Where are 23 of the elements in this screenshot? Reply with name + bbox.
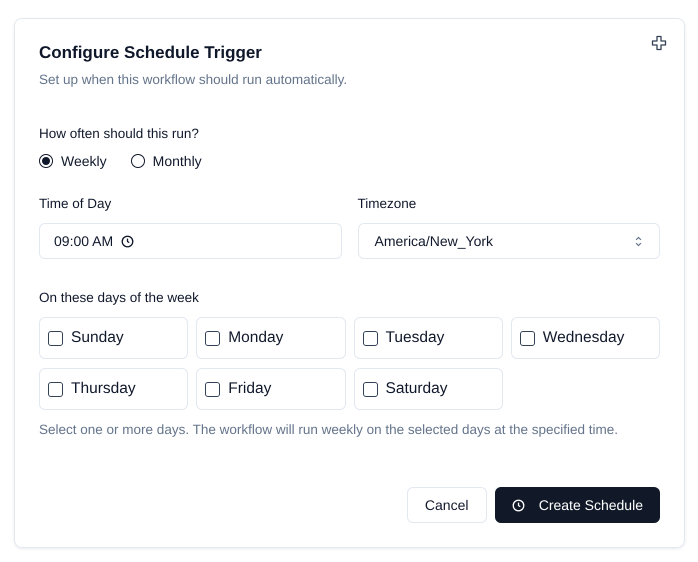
day-option[interactable]: Saturday	[354, 368, 503, 410]
day-option[interactable]: Friday	[196, 368, 346, 410]
day-option[interactable]: Wednesday	[510, 317, 660, 359]
day-option[interactable]: Monday	[196, 317, 346, 359]
radio-option[interactable]: Weekly	[39, 153, 107, 169]
create-schedule-button[interactable]: Create Schedule	[494, 487, 660, 523]
cancel-button[interactable]: Cancel	[406, 487, 487, 523]
day-option[interactable]: Sunday	[39, 317, 188, 359]
dialog-description: Set up when this workflow should run automatically.	[39, 71, 348, 89]
clock-icon	[121, 234, 134, 248]
plus-icon[interactable]	[651, 35, 667, 51]
time-label: Time of Day	[39, 195, 112, 213]
time-field[interactable]: 09:00 AM	[39, 223, 342, 259]
frequency-label: How often should this run?	[39, 125, 200, 143]
day-option[interactable]: Thursday	[39, 368, 188, 410]
clock-icon	[512, 498, 525, 512]
help-text: Select one or more days. The workflow will run weekly on the selected days at the specified time.	[39, 421, 620, 439]
timezone-label: Timezone	[358, 195, 418, 213]
dialog-title: Configure Schedule Trigger	[39, 42, 263, 64]
day-option[interactable]: Tuesday	[354, 317, 503, 359]
radio-option[interactable]: Monthly	[130, 153, 202, 169]
timezone-select[interactable]: America/New_York	[358, 223, 660, 259]
days-label: On these days of the week	[39, 289, 200, 307]
